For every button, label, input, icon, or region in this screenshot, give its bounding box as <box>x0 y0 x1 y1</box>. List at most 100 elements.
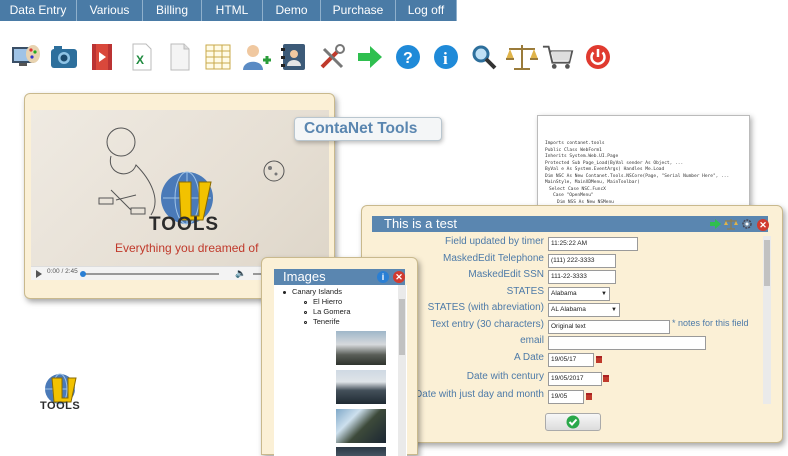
info-icon[interactable]: i <box>430 41 462 73</box>
field-label-states-abbrev: STATES (with abreviation) <box>427 302 544 313</box>
help-icon[interactable]: ? <box>392 41 424 73</box>
field-label-telephone: MaskedEdit Telephone <box>443 253 544 264</box>
logo-text: TOOLS <box>40 400 81 412</box>
tree-child-bullet <box>304 311 307 314</box>
menu-various[interactable]: Various <box>77 0 143 21</box>
video-frame[interactable]: TOOLS Everything you dreamed of 0:00 / 2… <box>31 110 329 280</box>
video-tagline: Everything you dreamed of <box>115 241 259 255</box>
field-label-a-date: A Date <box>513 352 544 363</box>
video-logo-text: TOOLS <box>149 214 220 235</box>
contacts-book-icon[interactable] <box>278 41 310 73</box>
states-select[interactable]: Alabama ▼ <box>548 287 610 301</box>
tree-child[interactable]: El Hierro <box>313 297 342 306</box>
arrow-right-icon[interactable] <box>354 41 386 73</box>
tree-root[interactable]: Canary Islands <box>292 287 342 296</box>
menu-data-entry[interactable]: Data Entry <box>0 0 77 21</box>
field-label-date-day-month: Date with just day and month <box>415 389 544 400</box>
menu-purchase[interactable]: Purchase <box>321 0 396 21</box>
field-label-text-entry: Text entry (30 characters) <box>430 319 544 330</box>
video-progress-bar[interactable] <box>80 271 219 277</box>
camera-icon[interactable] <box>48 41 80 73</box>
calendar-icon[interactable] <box>586 393 592 400</box>
form-scrollbar[interactable] <box>763 236 771 404</box>
video-file-icon[interactable] <box>86 41 118 73</box>
balance-scale-icon[interactable] <box>506 41 538 73</box>
excel-file-icon[interactable]: X <box>126 41 158 73</box>
tree-child[interactable]: Tenerife <box>313 317 340 326</box>
calendar-icon[interactable] <box>603 375 609 382</box>
image-thumbnail[interactable] <box>336 370 386 404</box>
power-icon[interactable] <box>582 41 614 73</box>
video-time: 0:00 / 2:45 <box>47 268 78 275</box>
form-close-icon[interactable]: ✕ <box>757 219 769 231</box>
tree-child-bullet <box>304 301 307 304</box>
text-entry-note: * notes for this field <box>672 318 749 328</box>
images-scrollbar[interactable] <box>398 285 406 456</box>
contanet-tools-banner: ContaNet Tools <box>294 117 442 141</box>
text-entry-field[interactable]: Original text <box>548 320 670 334</box>
tree-child[interactable]: La Gomera <box>313 307 351 316</box>
code-block: Imports contanet.tools Public Class WebF… <box>545 141 729 206</box>
images-info-icon[interactable]: i <box>377 271 389 283</box>
form-next-icon[interactable] <box>710 219 721 229</box>
telephone-field[interactable]: (111) 222-3333 <box>548 254 616 268</box>
chevron-down-icon: ▼ <box>611 307 617 313</box>
chevron-down-icon: ▼ <box>601 291 607 297</box>
date-day-month-field[interactable]: 19/05 <box>548 390 584 404</box>
calendar-icon[interactable] <box>596 356 602 363</box>
tree-child-bullet <box>304 321 307 324</box>
menu-html[interactable]: HTML <box>202 0 263 21</box>
states-abbrev-select-value: AL Alabama <box>551 306 586 313</box>
volume-icon[interactable]: 🔈 <box>235 268 246 279</box>
ssn-field[interactable]: 111-22-3333 <box>548 270 616 284</box>
code-window: Imports contanet.tools Public Class WebF… <box>537 115 750 214</box>
field-label-email: email <box>520 335 544 346</box>
date-century-field[interactable]: 19/05/2017 <box>548 372 602 386</box>
checkmark-icon <box>566 415 580 429</box>
form-window: This is a test ✕ Field updated by timer … <box>361 205 783 443</box>
images-window: Images i ✕ Canary Islands El Hierro La G… <box>261 257 418 456</box>
image-thumbnail[interactable] <box>336 331 386 365</box>
banner-text: ContaNet Tools <box>304 120 418 137</box>
planet-sketch <box>263 160 285 182</box>
form-balance-icon[interactable] <box>724 218 738 230</box>
timer-field[interactable]: 11:25:22 AM <box>548 237 638 251</box>
shopping-cart-icon[interactable] <box>542 41 574 73</box>
images-content: Canary Islands El Hierro La Gomera Tener… <box>274 285 407 456</box>
add-user-icon[interactable] <box>240 41 272 73</box>
blank-document-icon[interactable] <box>164 41 196 73</box>
search-icon[interactable] <box>468 41 500 73</box>
tools-logo: TOOLS <box>40 372 90 416</box>
states-select-value: Alabama <box>551 290 577 297</box>
states-abbrev-select[interactable]: AL Alabama ▼ <box>548 303 620 317</box>
image-thumbnail[interactable] <box>336 409 386 443</box>
menu-demo[interactable]: Demo <box>263 0 321 21</box>
field-label-states: STATES <box>506 286 544 297</box>
form-scrollbar-thumb[interactable] <box>764 240 770 286</box>
main-menu: Data Entry Various Billing HTML Demo Pur… <box>0 0 457 21</box>
ok-button[interactable] <box>545 413 601 431</box>
svg-text:X: X <box>136 53 144 67</box>
a-date-field[interactable]: 19/05/17 <box>548 353 594 367</box>
svg-text:i: i <box>443 49 448 68</box>
menu-billing[interactable]: Billing <box>143 0 202 21</box>
images-title: Images <box>283 269 326 284</box>
svg-text:?: ? <box>403 50 413 67</box>
field-label-date-century: Date with century <box>466 371 544 382</box>
tools-icon[interactable] <box>316 41 348 73</box>
form-titlebar[interactable]: This is a test <box>372 216 768 232</box>
spreadsheet-grid-icon[interactable] <box>202 41 234 73</box>
images-close-icon[interactable]: ✕ <box>393 271 405 283</box>
form-settings-icon[interactable] <box>741 218 753 230</box>
form-title: This is a test <box>384 216 457 231</box>
field-label-ssn: MaskedEdit SSN <box>468 269 544 280</box>
top-menu-bar: Data Entry Various Billing HTML Demo Pur… <box>0 0 788 21</box>
art-palette-icon[interactable] <box>10 41 42 73</box>
play-icon[interactable] <box>36 270 42 278</box>
email-field[interactable] <box>548 336 706 350</box>
tree-root-bullet <box>283 291 286 294</box>
video-progress-handle[interactable] <box>80 271 86 277</box>
field-label-timer: Field updated by timer <box>445 236 544 247</box>
images-scrollbar-thumb[interactable] <box>399 299 405 355</box>
menu-log-off[interactable]: Log off <box>396 0 457 21</box>
